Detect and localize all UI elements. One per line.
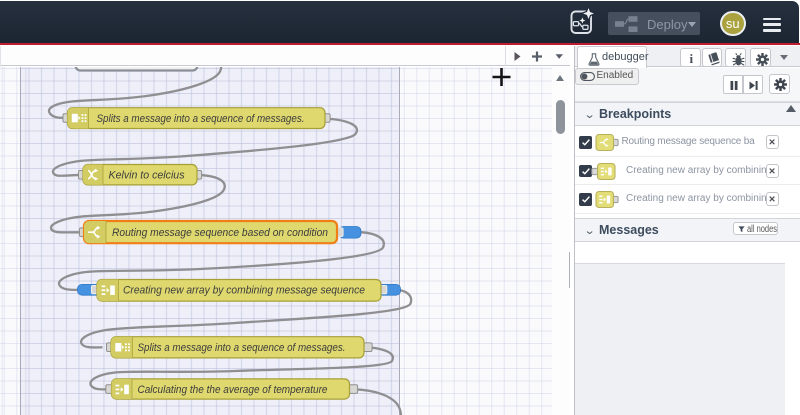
svg-text:Creating new array by combinin: Creating new array by combining message … [123,284,365,296]
svg-text:Splits a message into a sequen: Splits a message into a sequence of mess… [138,341,346,353]
svg-text:Routing message sequence based: Routing message sequence based on condit… [112,227,328,239]
svg-text:Kelvin to celcius: Kelvin to celcius [109,169,186,181]
svg-text:Calculating the the average of: Calculating the the average of temperatu… [138,383,328,395]
svg-text:Splits a message into a sequen: Splits a message into a sequence of mess… [97,113,305,125]
